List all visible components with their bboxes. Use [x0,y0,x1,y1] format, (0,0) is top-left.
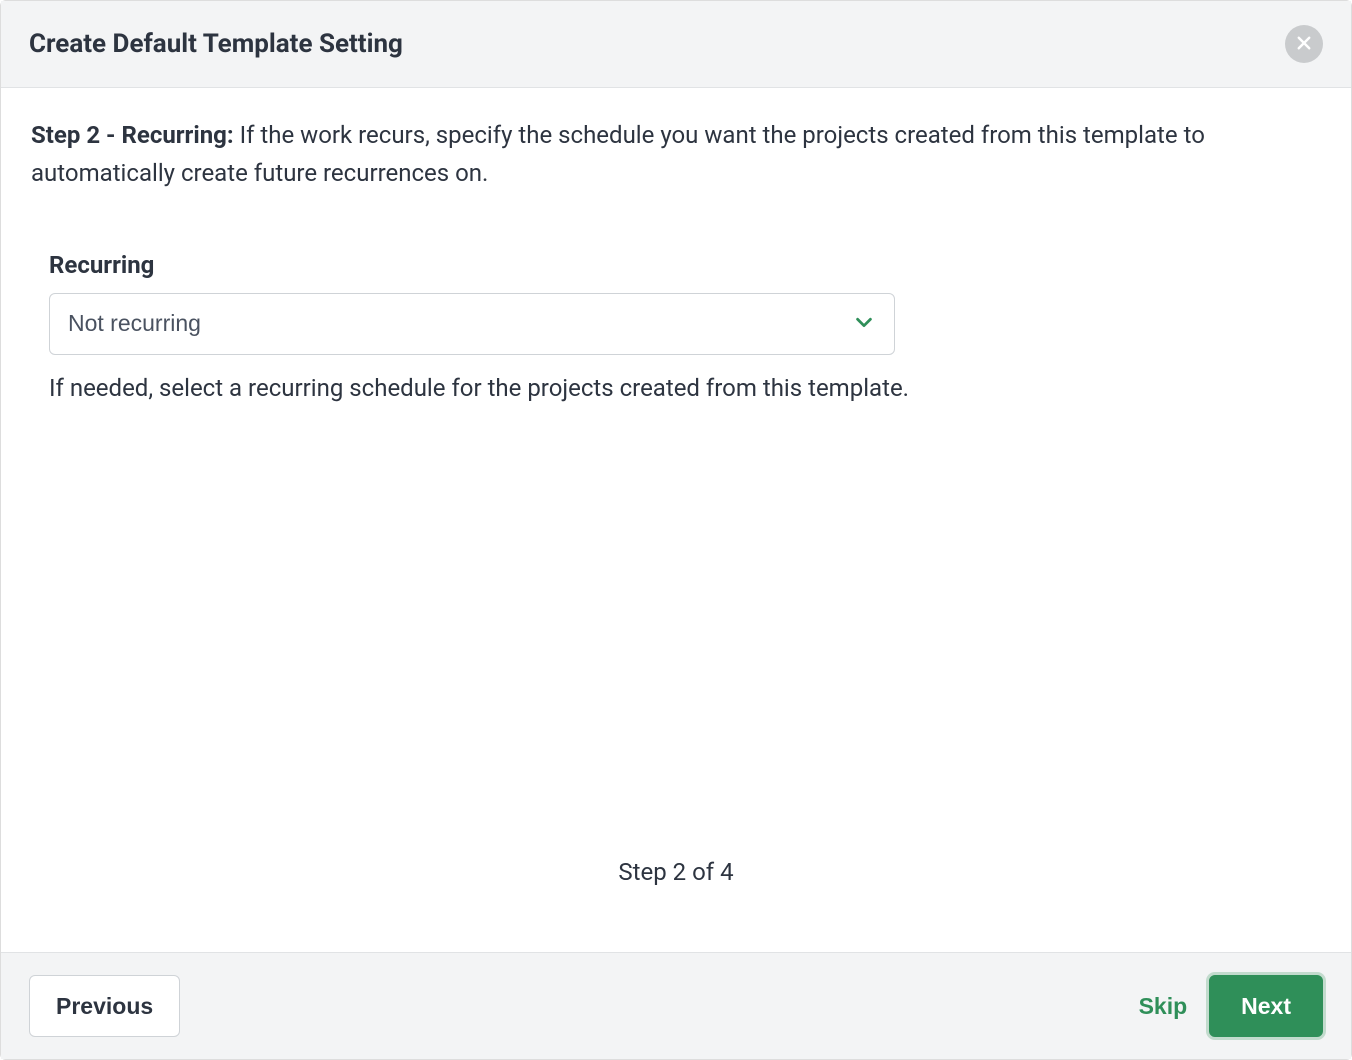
recurring-select[interactable]: Not recurring [49,293,895,355]
recurring-select-value: Not recurring [68,310,201,337]
recurring-helper-text: If needed, select a recurring schedule f… [49,369,931,407]
recurring-select-wrap: Not recurring [49,293,895,355]
spacer [31,407,1321,858]
modal-body: Step 2 - Recurring: If the work recurs, … [1,88,1351,952]
step-intro: Step 2 - Recurring: If the work recurs, … [31,116,1321,193]
footer-right: Skip Next [1139,975,1323,1037]
modal-title: Create Default Template Setting [29,29,403,59]
close-button[interactable] [1285,25,1323,63]
skip-button[interactable]: Skip [1139,993,1188,1020]
step-label: Step 2 - Recurring: [31,121,234,149]
step-indicator: Step 2 of 4 [31,858,1321,924]
recurring-label: Recurring [49,251,931,279]
next-button[interactable]: Next [1209,975,1323,1037]
previous-button[interactable]: Previous [29,975,180,1037]
modal-dialog: Create Default Template Setting Step 2 -… [0,0,1352,1060]
modal-footer: Previous Skip Next [1,952,1351,1059]
modal-header: Create Default Template Setting [1,1,1351,88]
form-section: Recurring Not recurring If needed, selec… [31,251,931,407]
close-icon [1295,34,1313,55]
